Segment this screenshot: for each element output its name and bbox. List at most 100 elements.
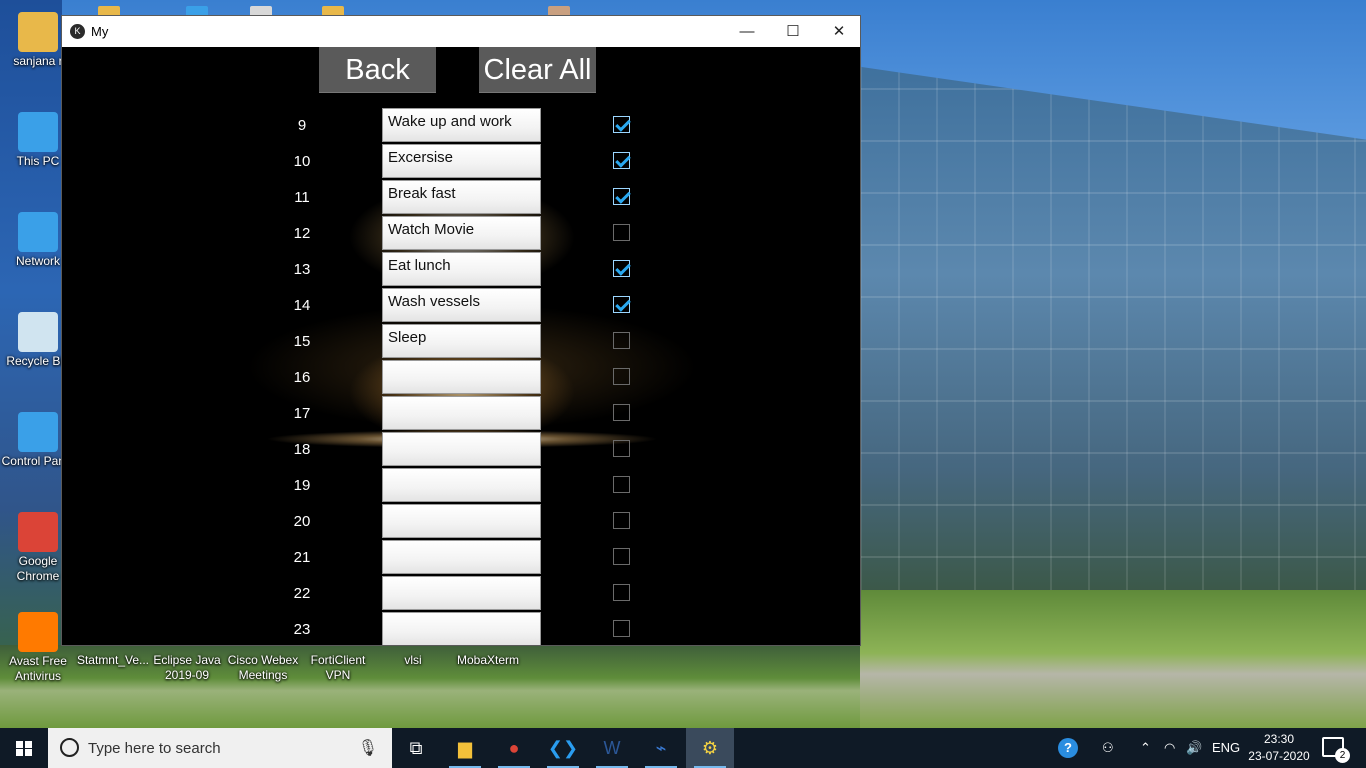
- task-input[interactable]: Watch Movie: [382, 216, 541, 250]
- desktop-icon[interactable]: Statmnt_Ve...: [75, 653, 151, 668]
- hour-label: 18: [293, 441, 311, 458]
- avast-icon: [18, 612, 58, 652]
- microphone-icon[interactable]: 🎙: [358, 738, 378, 758]
- hour-label: 23: [293, 621, 311, 638]
- desktop-icon-label: Cisco Webex Meetings: [227, 653, 299, 682]
- task-input[interactable]: [382, 540, 541, 574]
- mobaxterm-icon[interactable]: ⌁: [637, 728, 685, 768]
- task-input[interactable]: Wake up and work: [382, 108, 541, 142]
- taskbar-app-glyph: ⌁: [655, 738, 667, 758]
- taskbar-app-glyph: ⚙: [701, 738, 719, 758]
- desktop-icon[interactable]: FortiClient VPN: [300, 653, 376, 683]
- app-window: K My — ☐ ✕ Back Clear All 9 Wake up and w…: [61, 15, 861, 646]
- done-checkbox[interactable]: [613, 332, 630, 349]
- done-checkbox[interactable]: [613, 368, 630, 385]
- chevron-up-icon[interactable]: ⌃: [1140, 728, 1151, 768]
- done-checkbox[interactable]: [613, 116, 630, 133]
- done-checkbox[interactable]: [613, 404, 630, 421]
- chrome-icon[interactable]: ●: [490, 728, 538, 768]
- task-input[interactable]: [382, 468, 541, 502]
- done-checkbox[interactable]: [613, 188, 630, 205]
- done-checkbox[interactable]: [613, 512, 630, 529]
- window-title: My: [91, 24, 109, 39]
- clear-all-button[interactable]: Clear All: [479, 47, 596, 93]
- desktop-icon-label: vlsi: [404, 653, 422, 667]
- volume-icon[interactable]: 🔊: [1186, 728, 1202, 768]
- hour-label: 10: [293, 153, 311, 170]
- kivy-app-icon: K: [70, 24, 85, 39]
- desktop-icon-label: MobaXterm: [456, 653, 520, 667]
- file-explorer-icon[interactable]: ▆: [441, 728, 489, 768]
- notification-center-icon[interactable]: 2: [1322, 737, 1350, 763]
- computer-icon: [18, 112, 58, 152]
- done-checkbox[interactable]: [613, 224, 630, 241]
- task-input[interactable]: Excersise: [382, 144, 541, 178]
- desktop-icon-label: Eclipse Java 2019-09: [153, 653, 221, 682]
- task-input[interactable]: [382, 576, 541, 610]
- done-checkbox[interactable]: [613, 548, 630, 565]
- hour-label: 19: [293, 477, 311, 494]
- done-checkbox[interactable]: [613, 152, 630, 169]
- notification-count: 2: [1335, 748, 1350, 763]
- taskbar: Type here to search 🎙 ⧉ ▆ ● ❮❯ W ⌁ ⚙ ? ⚇ ⌃ ◠ 🔊…: [0, 728, 1366, 768]
- desktop-icon[interactable]: Cisco Webex Meetings: [225, 653, 301, 683]
- title-bar[interactable]: K My — ☐ ✕: [62, 16, 860, 47]
- task-input[interactable]: [382, 432, 541, 466]
- task-input[interactable]: Break fast: [382, 180, 541, 214]
- people-icon[interactable]: ⚇: [1102, 728, 1114, 768]
- done-checkbox[interactable]: [613, 620, 630, 637]
- help-icon[interactable]: ?: [1058, 728, 1078, 768]
- control-panel-icon: [18, 412, 58, 452]
- wallpaper-ground: [860, 590, 1366, 730]
- hour-label: 12: [293, 225, 311, 242]
- done-checkbox[interactable]: [613, 260, 630, 277]
- back-button[interactable]: Back: [319, 47, 436, 93]
- done-checkbox[interactable]: [613, 440, 630, 457]
- hour-label: 22: [293, 585, 311, 602]
- user-folder-icon: [18, 12, 58, 52]
- desktop-icon[interactable]: Eclipse Java 2019-09: [149, 653, 225, 683]
- hour-label: 20: [293, 513, 311, 530]
- search-placeholder: Type here to search: [88, 740, 221, 757]
- python-icon[interactable]: ⚙: [686, 728, 734, 768]
- taskbar-app-glyph: ●: [508, 738, 520, 758]
- task-input[interactable]: Eat lunch: [382, 252, 541, 286]
- taskbar-app-glyph: ❮❯: [547, 738, 579, 758]
- network-icon: [18, 212, 58, 252]
- start-button[interactable]: [0, 728, 48, 768]
- close-button[interactable]: ✕: [816, 16, 860, 47]
- done-checkbox[interactable]: [613, 476, 630, 493]
- maximize-button[interactable]: ☐: [770, 16, 816, 47]
- taskbar-app-glyph: ⧉: [409, 738, 423, 758]
- cortana-icon: [60, 738, 79, 757]
- taskbar-app-glyph: W: [603, 738, 621, 758]
- desktop-icon-label: Statmnt_Ve...: [76, 653, 150, 667]
- desktop-icon-label: Network: [15, 254, 60, 268]
- clock-date: 23-07-2020: [1248, 749, 1310, 763]
- desktop-icon[interactable]: MobaXterm: [450, 653, 526, 668]
- desktop-icon-label: sanjana r: [13, 54, 63, 68]
- vscode-icon[interactable]: ❮❯: [539, 728, 587, 768]
- task-view-icon[interactable]: ⧉: [392, 728, 440, 768]
- task-input[interactable]: [382, 612, 541, 645]
- clock[interactable]: 23:30 23-07-2020: [1244, 731, 1314, 765]
- minimize-button[interactable]: —: [724, 16, 770, 47]
- task-input[interactable]: [382, 504, 541, 538]
- desktop-icon[interactable]: vlsi: [375, 653, 451, 668]
- app-content: Back Clear All 9 Wake up and work 10 Excers…: [62, 47, 860, 645]
- task-input[interactable]: [382, 396, 541, 430]
- search-box[interactable]: Type here to search 🎙: [48, 728, 392, 768]
- hour-label: 15: [293, 333, 311, 350]
- task-input[interactable]: [382, 360, 541, 394]
- wifi-icon[interactable]: ◠: [1164, 728, 1175, 768]
- hour-label: 9: [297, 117, 307, 134]
- task-input[interactable]: Wash vessels: [382, 288, 541, 322]
- word-icon[interactable]: W: [588, 728, 636, 768]
- task-input[interactable]: Sleep: [382, 324, 541, 358]
- desktop-icon-label: This PC: [16, 154, 60, 168]
- hour-label: 21: [293, 549, 311, 566]
- done-checkbox[interactable]: [613, 584, 630, 601]
- done-checkbox[interactable]: [613, 296, 630, 313]
- language-indicator[interactable]: ENG: [1212, 728, 1240, 768]
- desktop-icon-label: Google Chrome: [16, 554, 60, 583]
